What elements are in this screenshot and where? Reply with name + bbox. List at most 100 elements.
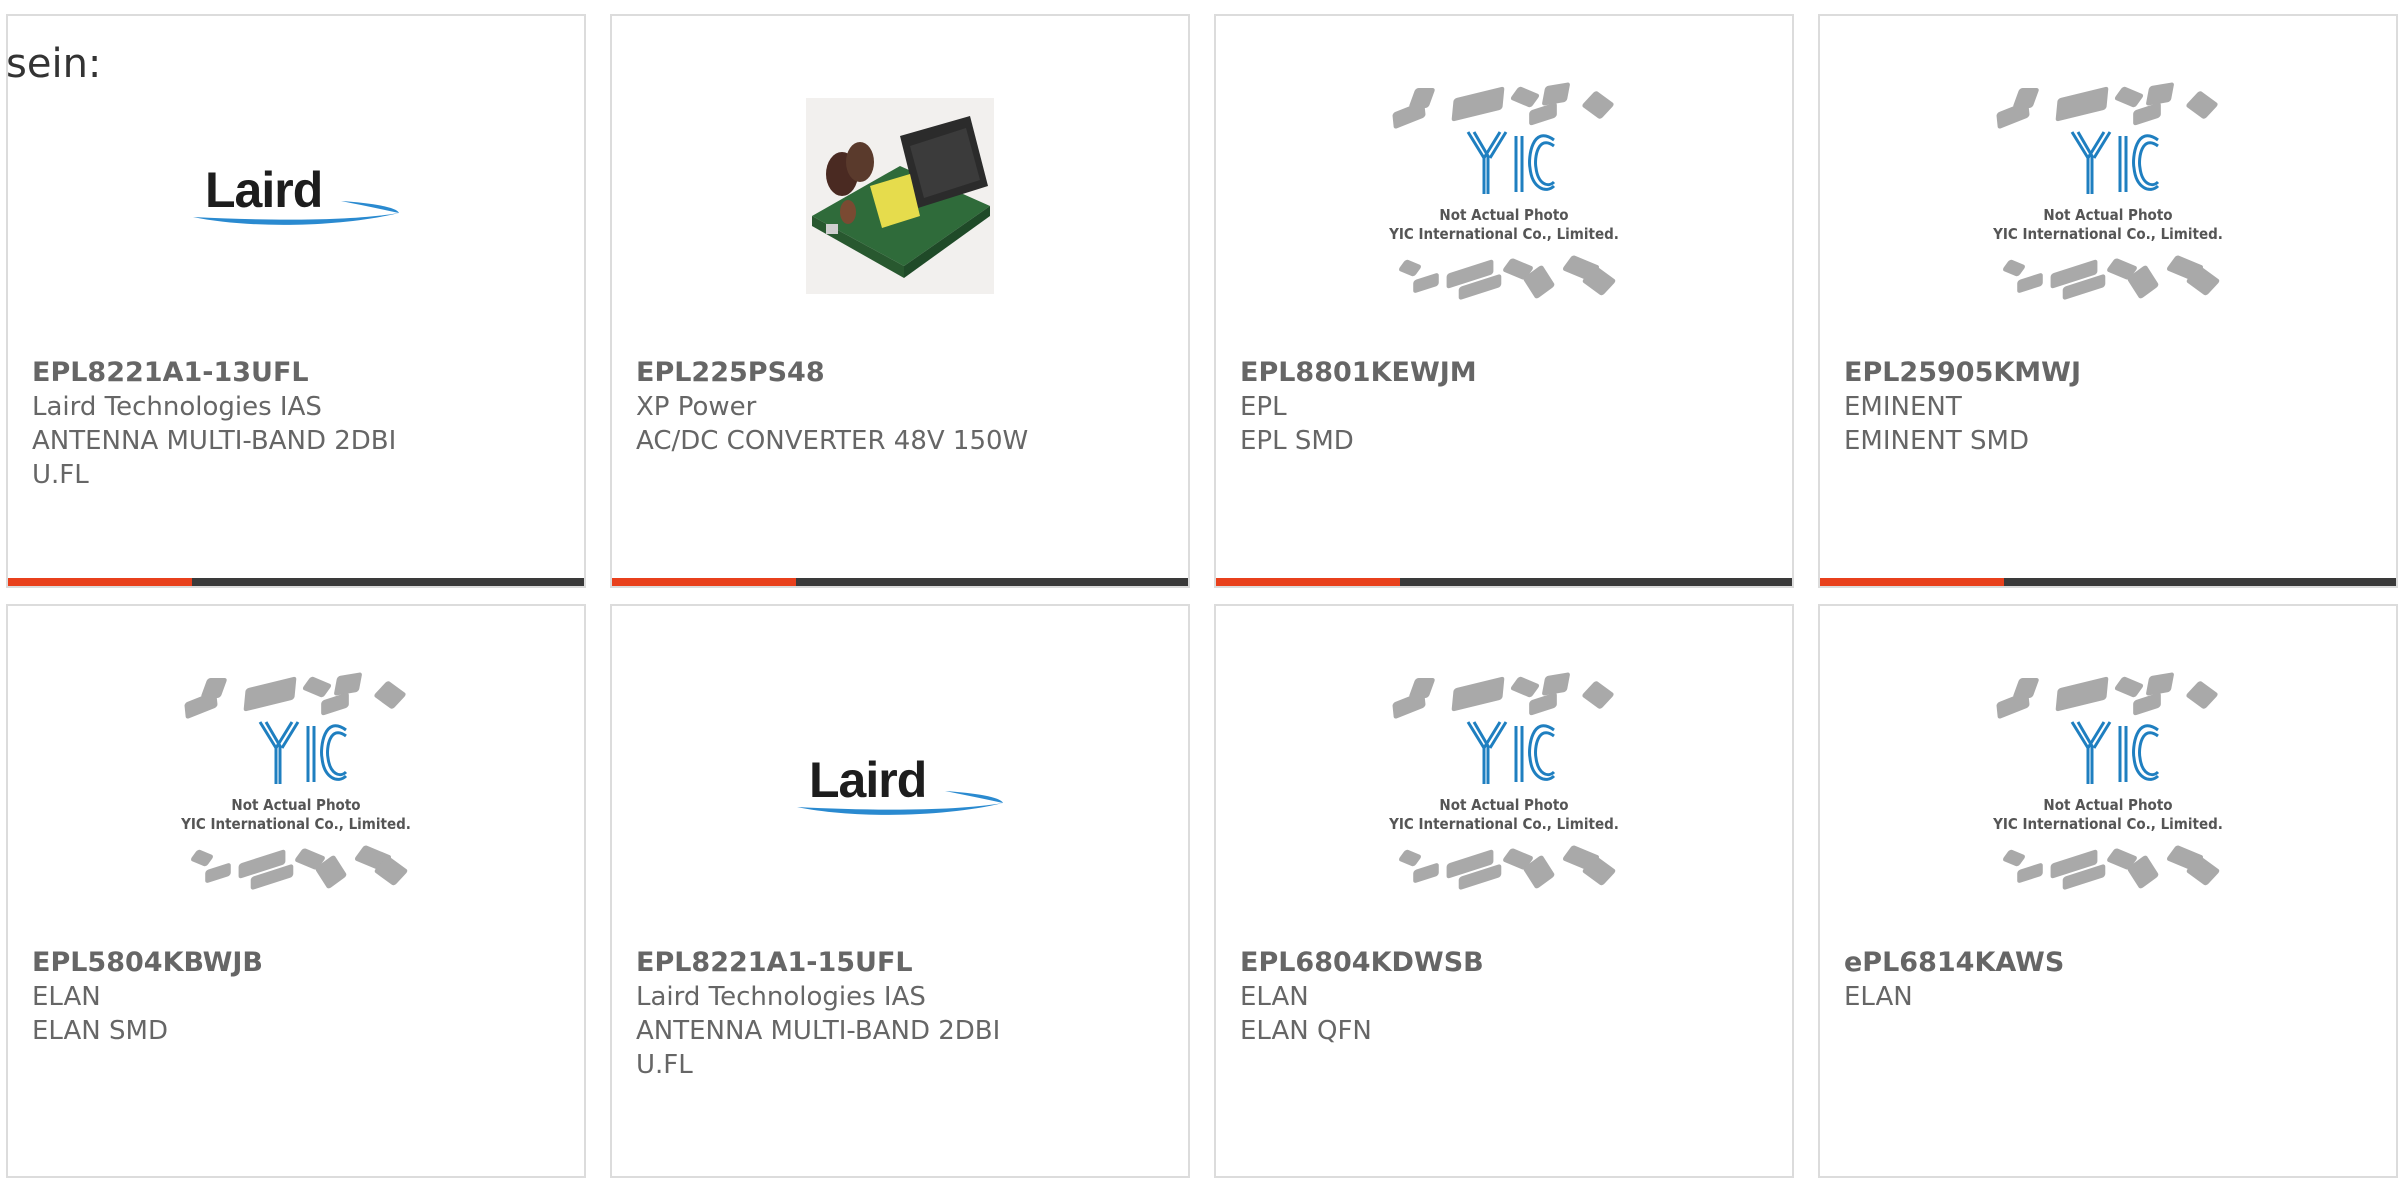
chip-icon	[2001, 258, 2027, 278]
laird-logo: Laird	[795, 751, 1005, 821]
not-actual-photo-placeholder: Not Actual Photo YIC International Co., L…	[1978, 666, 2238, 906]
product-card[interactable]: Not Actual Photo YIC International Co., L…	[1818, 14, 2398, 588]
chip-icon	[2185, 680, 2219, 710]
product-description: ELAN QFN	[1240, 1016, 1372, 1046]
manufacturer-name: ELAN	[1844, 982, 1913, 1012]
chip-icon	[1509, 85, 1541, 109]
chip-icon	[1408, 678, 1436, 698]
chip-icon	[1451, 86, 1505, 122]
manufacturer-name: XP Power	[636, 392, 757, 422]
manufacturer-name: EMINENT	[1844, 392, 1962, 422]
product-info: EPL225PS48 XP Power AC/DC CONVERTER 48V 15…	[636, 356, 1168, 458]
card-accent-bar	[1820, 578, 2005, 586]
chip-icon	[373, 680, 407, 710]
chip-icon	[189, 848, 215, 868]
product-image[interactable]: Not Actual Photo YIC International Co., L…	[1216, 666, 1792, 906]
product-card[interactable]: Not Actual Photo YIC International Co., L…	[6, 604, 586, 1178]
product-info: EPL8801KEWJM EPL EPL SMD	[1240, 356, 1772, 458]
chip-icon	[321, 692, 349, 716]
yic-logo-icon	[1466, 721, 1556, 784]
chip-icon	[243, 676, 297, 712]
placeholder-caption: Not Actual Photo YIC International Co., L…	[1978, 796, 2238, 834]
product-card[interactable]: Laird EPL8221A1-15UFL Laird Technologies I…	[610, 604, 1190, 1178]
chip-icon	[1413, 272, 1439, 294]
manufacturer-name: ELAN	[32, 982, 101, 1012]
yic-logo-icon	[258, 721, 348, 784]
product-image[interactable]	[612, 76, 1188, 316]
manufacturer-name: Laird Technologies IAS	[32, 392, 322, 422]
product-description: ANTENNA MULTI-BAND 2DBI	[636, 1016, 1001, 1046]
chip-icon	[1397, 258, 1423, 278]
chip-icon	[2133, 692, 2161, 716]
chip-icon	[1529, 692, 1557, 716]
manufacturer-name: ELAN	[1240, 982, 1309, 1012]
chip-icon	[2133, 102, 2161, 126]
product-image[interactable]: Not Actual Photo YIC International Co., L…	[1820, 666, 2396, 906]
part-number-link[interactable]: EPL8221A1-15UFL	[636, 946, 1168, 980]
product-image[interactable]: Laird	[8, 76, 584, 316]
placeholder-caption-line2: YIC International Co., Limited.	[1389, 815, 1619, 833]
chip-icon	[301, 675, 333, 699]
part-number-link[interactable]: EPL8801KEWJM	[1240, 356, 1772, 390]
not-actual-photo-placeholder: Not Actual Photo YIC International Co., L…	[166, 666, 426, 906]
placeholder-caption: Not Actual Photo YIC International Co., L…	[1978, 206, 2238, 244]
product-card[interactable]: Laird EPL8221A1-13UFL Laird Technologies I…	[6, 14, 586, 588]
placeholder-caption-line2: YIC International Co., Limited.	[1993, 225, 2223, 243]
chip-icon	[1408, 88, 1436, 108]
card-bottom-bar	[8, 578, 584, 586]
part-number-link[interactable]: EPL225PS48	[636, 356, 1168, 390]
intro-text: sein:	[6, 41, 102, 87]
card-bottom-bar	[1216, 578, 1792, 586]
card-accent-bar	[1216, 578, 1401, 586]
chip-icon	[2055, 86, 2109, 122]
product-card[interactable]: EPL225PS48 XP Power AC/DC CONVERTER 48V 15…	[610, 14, 1190, 588]
not-actual-photo-placeholder: Not Actual Photo YIC International Co., L…	[1374, 666, 1634, 906]
chip-icon	[1581, 90, 1615, 120]
product-info: EPL8221A1-15UFL Laird Technologies IAS ANT…	[636, 946, 1168, 1082]
product-description: AC/DC CONVERTER 48V 150W	[636, 426, 1029, 456]
chip-icon	[205, 862, 231, 884]
product-card[interactable]: Not Actual Photo YIC International Co., L…	[1818, 604, 2398, 1178]
part-number-link[interactable]: EPL8221A1-13UFL	[32, 356, 564, 390]
part-number-link[interactable]: EPL6804KDWSB	[1240, 946, 1772, 980]
chip-icon	[1529, 102, 1557, 126]
chip-icon	[2001, 848, 2027, 868]
placeholder-caption-line2: YIC International Co., Limited.	[1389, 225, 1619, 243]
placeholder-caption-line1: Not Actual Photo	[231, 796, 361, 814]
product-card[interactable]: Not Actual Photo YIC International Co., L…	[1214, 604, 1794, 1178]
card-bottom-bar	[1820, 578, 2396, 586]
chip-icon	[2055, 676, 2109, 712]
part-number-link[interactable]: EPL5804KBWJB	[32, 946, 564, 980]
part-number-link[interactable]: ePL6814KAWS	[1844, 946, 2376, 980]
product-card[interactable]: Not Actual Photo YIC International Co., L…	[1214, 14, 1794, 588]
product-image[interactable]: Not Actual Photo YIC International Co., L…	[1820, 76, 2396, 316]
placeholder-caption: Not Actual Photo YIC International Co., L…	[1374, 796, 1634, 834]
yic-logo-icon	[2070, 721, 2160, 784]
yic-logo-icon	[2070, 131, 2160, 194]
product-image[interactable]: Laird	[612, 666, 1188, 906]
card-accent-bar	[612, 578, 797, 586]
chip-icon	[1581, 680, 1615, 710]
chip-icon	[2113, 85, 2145, 109]
product-info: EPL25905KMWJ EMINENT EMINENT SMD	[1844, 356, 2376, 458]
laird-logo: Laird	[191, 161, 401, 231]
product-description: ELAN SMD	[32, 1016, 168, 1046]
part-number-link[interactable]: EPL25905KMWJ	[1844, 356, 2376, 390]
placeholder-caption-line2: YIC International Co., Limited.	[181, 815, 411, 833]
laird-logo-text: Laird	[205, 162, 323, 218]
product-description-cont: U.FL	[636, 1050, 693, 1080]
chip-icon	[2017, 272, 2043, 294]
laird-logo-text: Laird	[809, 752, 927, 808]
placeholder-caption-line1: Not Actual Photo	[1439, 206, 1569, 224]
chip-icon	[2017, 862, 2043, 884]
manufacturer-name: EPL	[1240, 392, 1287, 422]
manufacturer-name: Laird Technologies IAS	[636, 982, 926, 1012]
chip-icon	[2113, 675, 2145, 699]
product-grid: Laird EPL8221A1-13UFL Laird Technologies I…	[6, 14, 2398, 1178]
placeholder-caption-line1: Not Actual Photo	[2043, 796, 2173, 814]
power-supply-photo	[806, 98, 994, 294]
card-bottom-bar	[612, 578, 1188, 586]
product-image[interactable]: Not Actual Photo YIC International Co., L…	[8, 666, 584, 906]
product-image[interactable]: Not Actual Photo YIC International Co., L…	[1216, 76, 1792, 316]
product-info: EPL5804KBWJB ELAN ELAN SMD	[32, 946, 564, 1048]
